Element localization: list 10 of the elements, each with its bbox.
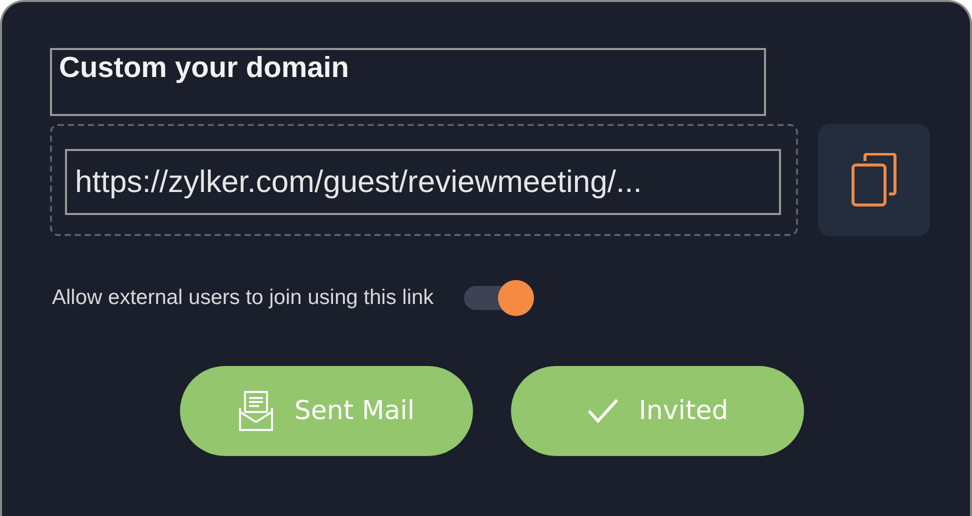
link-field[interactable]: https://zylker.com/guest/reviewmeeting/...: [65, 149, 781, 215]
section-title: Custom your domain: [50, 48, 766, 116]
envelope-icon: [238, 390, 274, 432]
copy-icon: [851, 153, 897, 207]
sent-mail-button[interactable]: Sent Mail: [180, 366, 473, 456]
toggle-switch[interactable]: [464, 280, 534, 316]
invited-button[interactable]: Invited: [511, 366, 804, 456]
copy-button[interactable]: [818, 124, 930, 236]
toggle-label: Allow external users to join using this link: [52, 286, 434, 310]
checkmark-icon: [586, 398, 619, 424]
